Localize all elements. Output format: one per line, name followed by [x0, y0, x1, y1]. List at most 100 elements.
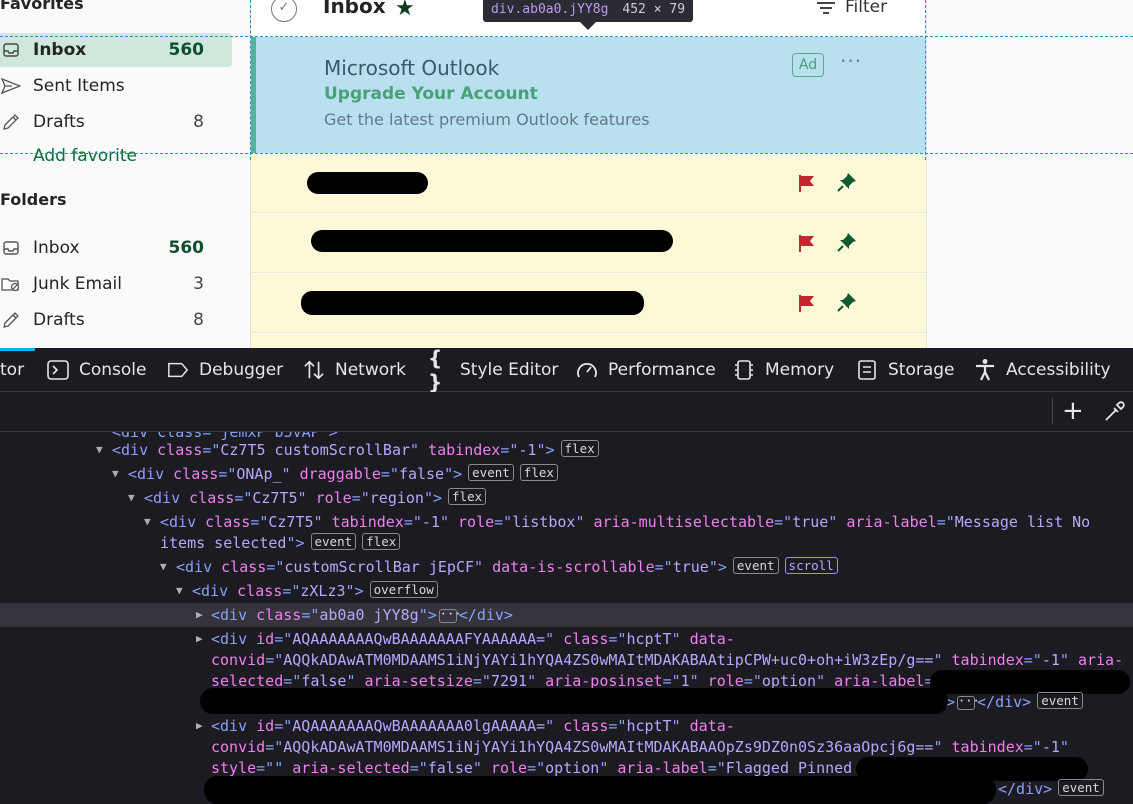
message-row[interactable]: [251, 214, 927, 273]
more-options-button[interactable]: ···: [840, 49, 862, 73]
highlight-guide-left: [250, 0, 251, 160]
markup-node-line[interactable]: ▼ <div class="customScrollBar jEpCF" dat…: [0, 555, 1133, 579]
markup-node-line-selected[interactable]: ▶ <div class="ab0a0 jYY8g"> ···</div>: [0, 603, 1133, 627]
redacted-text: [200, 688, 948, 714]
attr-value[interactable]: ONAp_: [236, 465, 281, 483]
attr-value[interactable]: AQAAAAAAAQwBAAAAAAAFYAAAAAA=: [292, 630, 545, 648]
tab-console[interactable]: Console: [47, 348, 147, 392]
filter-button[interactable]: Filter: [817, 0, 887, 17]
attr-value[interactable]: Cz7T5: [252, 489, 297, 507]
highlighter-infobar: div.ab0a0.jYY8g 452 × 79: [483, 0, 694, 22]
collapse-twisty[interactable]: ▼: [128, 486, 140, 510]
network-icon: [303, 359, 325, 381]
expand-twisty[interactable]: ▶: [196, 603, 208, 627]
markup-node-line[interactable]: ▼ <div class="Cz7T5 customScrollBar" tab…: [0, 438, 1133, 462]
attr-value[interactable]: customScrollBar jEpCF: [284, 558, 474, 576]
attr-value[interactable]: Flagged Pinned: [726, 759, 852, 777]
tab-accessibility[interactable]: Accessibility: [974, 348, 1111, 392]
attr-value[interactable]: option: [545, 759, 599, 777]
tab-debugger[interactable]: Debugger: [167, 348, 283, 392]
collapsed-children[interactable]: ···: [957, 695, 980, 710]
attr-value[interactable]: hcptT: [626, 630, 671, 648]
markup-view: <div class="jemxP b5vAP"> ▼ <div class="…: [0, 432, 1133, 804]
favorite-star-icon[interactable]: ★: [395, 0, 415, 21]
ad-message-item[interactable]: Microsoft Outlook Upgrade Your Account G…: [251, 37, 927, 153]
attr-value[interactable]: listbox: [512, 513, 575, 531]
badge[interactable]: event: [1058, 779, 1104, 796]
flag-icon[interactable]: [797, 233, 817, 253]
attr-value[interactable]: ab0a0 jYY8g: [319, 606, 418, 624]
markup-node-line-wrap[interactable]: items selected"> event flex: [0, 531, 1133, 555]
attr-value[interactable]: Cz7T5 customScrollBar: [220, 441, 410, 459]
collapse-twisty[interactable]: ▼: [160, 555, 172, 579]
flag-icon[interactable]: [797, 293, 817, 313]
attr-value[interactable]: -1: [1042, 738, 1060, 756]
badge[interactable]: event: [1037, 692, 1083, 709]
badge[interactable]: flex: [448, 488, 487, 505]
attr-value[interactable]: -1: [1042, 651, 1060, 669]
favorites-item-inbox[interactable]: Inbox 560: [0, 33, 232, 67]
collapse-twisty[interactable]: ▼: [112, 462, 124, 486]
performance-icon: [576, 359, 598, 381]
attr-value[interactable]: false: [399, 465, 444, 483]
pin-icon[interactable]: [837, 292, 857, 312]
item-count: 8: [193, 310, 204, 330]
inbox-icon: [0, 237, 22, 259]
add-node-button[interactable]: +: [1062, 398, 1084, 424]
message-row[interactable]: [251, 154, 927, 213]
attr-value[interactable]: true: [792, 513, 828, 531]
collapse-twisty[interactable]: ▼: [96, 438, 108, 462]
attr-value[interactable]: zXLz3: [300, 582, 345, 600]
infobar-selector: .ab0a0.jYY8g: [514, 1, 609, 17]
badge[interactable]: event: [468, 464, 514, 481]
attr-value[interactable]: Cz7T5: [268, 513, 313, 531]
markup-node-line[interactable]: ▼ <div class="Cz7T5" role="region"> flex: [0, 486, 1133, 510]
attr-value[interactable]: region: [370, 489, 424, 507]
message-list-pane: ✓ Inbox ★ Filter Microsoft Outlook Upgra…: [250, 0, 927, 348]
attr-value[interactable]: Message list No: [955, 513, 1090, 531]
add-favorite-link[interactable]: Add favorite: [33, 146, 137, 166]
markup-node-line[interactable]: ▼ <div class="zXLz3"> overflow: [0, 579, 1133, 603]
badge[interactable]: event: [732, 557, 779, 574]
badge[interactable]: flex: [362, 533, 401, 550]
ad-sender: Microsoft Outlook: [324, 56, 500, 80]
redacted-text: [301, 291, 644, 315]
badge[interactable]: flex: [560, 440, 599, 457]
color-picker-icon[interactable]: [1102, 400, 1126, 424]
attr-value[interactable]: -1: [518, 441, 536, 459]
tab-memory[interactable]: Memory: [733, 348, 834, 392]
attr-value[interactable]: -1: [422, 513, 440, 531]
attr-value[interactable]: AQAAAAAAAQwBAAAAAAA0lgAAAAA=: [292, 717, 545, 735]
favorites-item-sent-items[interactable]: Sent Items: [0, 69, 232, 103]
pin-icon[interactable]: [837, 232, 857, 252]
attr-value[interactable]: AQQkADAwATM0MDAAMS1iNjYAYi1hYQA4ZS0wMAIt…: [283, 738, 933, 756]
folders-item-drafts[interactable]: Drafts 8: [0, 303, 232, 337]
flag-icon[interactable]: [797, 173, 817, 193]
nav-label: Junk Email: [33, 274, 122, 294]
attr-value[interactable]: true: [673, 558, 709, 576]
tab-storage[interactable]: Storage: [856, 348, 955, 392]
tab-label: Memory: [765, 360, 835, 380]
tab-network[interactable]: Network: [303, 348, 406, 392]
badge[interactable]: overflow: [369, 581, 438, 598]
pin-icon[interactable]: [837, 172, 857, 192]
attr-value[interactable]: false: [428, 759, 473, 777]
message-row[interactable]: [251, 274, 927, 333]
folders-item-junk-email[interactable]: Junk Email 3: [0, 267, 232, 301]
tab-performance[interactable]: Performance: [576, 348, 716, 392]
badge[interactable]: scroll: [784, 557, 838, 574]
badge[interactable]: event: [310, 533, 357, 550]
tab-inspector[interactable]: tor: [0, 348, 24, 392]
markup-node-line[interactable]: ▼ <div class="ONAp_" draggable="false"> e…: [0, 462, 1133, 486]
tab-style-editor[interactable]: { } Style Editor: [428, 346, 558, 394]
collapse-twisty[interactable]: ▼: [176, 579, 188, 603]
message-row[interactable]: [251, 334, 927, 348]
select-all-checkbox[interactable]: ✓: [271, 0, 297, 22]
attr-value[interactable]: hcptT: [626, 717, 671, 735]
folders-item-inbox[interactable]: Inbox 560: [0, 231, 232, 265]
collapsed-children[interactable]: ···: [438, 608, 461, 623]
attr-value[interactable]: items selected: [160, 534, 286, 552]
badge[interactable]: flex: [519, 464, 558, 481]
favorites-item-drafts[interactable]: Drafts 8: [0, 105, 232, 139]
attr-value[interactable]: AQQkADAwATM0MDAAMS1iNjYAYi1hYQA4ZS0wMAIt…: [283, 651, 933, 669]
